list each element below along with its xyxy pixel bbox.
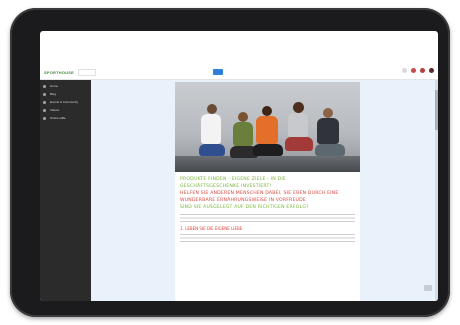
sidebar-item-blog[interactable]: Blog: [40, 90, 91, 98]
sidebar-item-videos[interactable]: Videos: [40, 106, 91, 114]
hero-image: [175, 82, 360, 172]
sidebar-item-events[interactable]: Events & Community: [40, 98, 91, 106]
menu-icon[interactable]: [429, 68, 434, 73]
sidebar-item-help[interactable]: Online-Hilfe: [40, 114, 91, 122]
headline-line-5: SIND SIE AUSGELEGT AUF DEN RICHTIGEN ERF…: [180, 205, 309, 210]
paragraph-lines: [180, 214, 355, 222]
sidebar: Home Blog Events & Community Videos Onli…: [40, 80, 91, 301]
tablet-screen: SPORTHOUSE Home Blog Events & Community …: [40, 31, 438, 301]
cart-icon[interactable]: [411, 68, 416, 73]
site-logo[interactable]: SPORTHOUSE: [44, 70, 74, 75]
sidebar-item-label: Online-Hilfe: [50, 116, 66, 120]
help-icon: [43, 116, 46, 120]
headline-line-2: GESCHÄFTSGESCHENKE INVESTIERT!: [180, 184, 272, 189]
article-subheading: 1. LEBEN SIE DIE EIGENE LIEBE: [180, 226, 243, 231]
notification-icon[interactable]: [402, 68, 407, 73]
scrollbar[interactable]: [435, 80, 438, 301]
search-input[interactable]: [78, 69, 96, 76]
main-content: PRODUKTE FINDEN - EIGENE ZIELE - IN DIE …: [91, 80, 438, 301]
headline-line-1: PRODUKTE FINDEN - EIGENE ZIELE - IN DIE: [180, 177, 286, 182]
scroll-to-top-button[interactable]: [424, 285, 432, 291]
home-icon: [43, 84, 46, 88]
hero-floor: [175, 156, 360, 172]
headline-line-4: WUNDERBARE ERNÄHRUNGSWEISE IN VORFREUDE: [180, 198, 306, 203]
article-card: PRODUKTE FINDEN - EIGENE ZIELE - IN DIE …: [175, 172, 360, 301]
document-icon: [43, 92, 46, 96]
top-bar: SPORTHOUSE: [40, 66, 438, 80]
profile-icon[interactable]: [420, 68, 425, 73]
sidebar-item-label: Blog: [50, 92, 57, 96]
calendar-icon: [43, 100, 46, 104]
video-icon: [43, 108, 46, 112]
sidebar-item-home[interactable]: Home: [40, 82, 91, 90]
tablet-frame: SPORTHOUSE Home Blog Events & Community …: [10, 8, 450, 317]
search-button[interactable]: [213, 69, 223, 75]
scrollbar-thumb[interactable]: [435, 90, 438, 130]
top-right-actions: [382, 68, 434, 73]
sidebar-item-label: Events & Community: [50, 100, 79, 104]
sidebar-item-label: Videos: [50, 108, 60, 112]
headline-line-3: HELFEN SIE ANDEREN MENSCHEN DABEI, SIE E…: [180, 191, 339, 196]
paragraph-lines-2: [180, 234, 355, 244]
sidebar-item-label: Home: [50, 84, 59, 88]
